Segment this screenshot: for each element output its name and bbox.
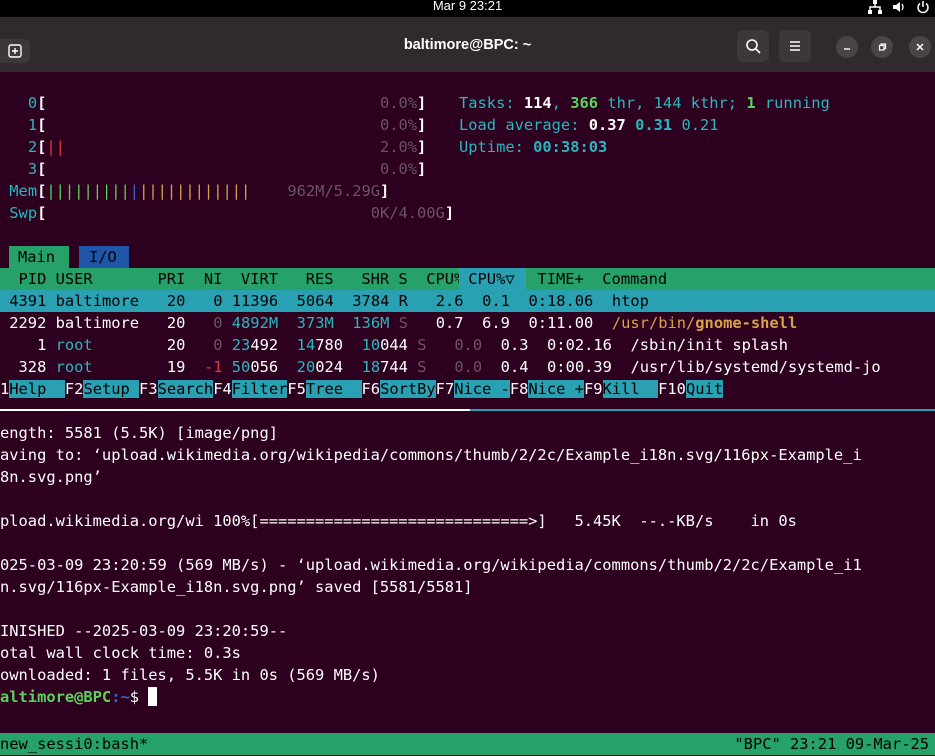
fkey-nice-minus[interactable]: F7Nice - bbox=[436, 380, 510, 398]
shell-output-line: 025-03-09 23:20:59 (569 MB/s) - ‘upload.… bbox=[0, 556, 862, 574]
table-row[interactable]: 328 root 19 -1 50056 20024 18744 S 0.0 0… bbox=[0, 356, 881, 378]
fkey-search[interactable]: F3Search bbox=[139, 380, 214, 398]
power-icon bbox=[917, 1, 929, 14]
search-icon bbox=[746, 39, 761, 54]
terminal-titlebar: baltimore@BPC: ~ bbox=[0, 17, 935, 72]
fkey-quit[interactable]: F10Quit bbox=[658, 380, 724, 398]
function-key-bar: 1Help F2Setup F3SearchF4FilterF5Tree F6S… bbox=[0, 378, 935, 400]
tab-main[interactable]: Main bbox=[9, 246, 69, 268]
process-row-text: 4391 baltimore 20 0 11396 5064 3784 R 2.… bbox=[0, 292, 649, 310]
cpu-column-header[interactable]: CPU%▽ bbox=[459, 268, 514, 290]
system-tray[interactable] bbox=[868, 0, 930, 14]
system-top-bar: Mar 9 23:21 bbox=[0, 0, 935, 17]
shell-output-line: INISHED --2025-03-09 23:20:59-- bbox=[0, 622, 288, 640]
fkey-nice-plus[interactable]: F8Nice + bbox=[510, 380, 584, 398]
shell-output-line: ength: 5581 (5.5K) [image/png] bbox=[0, 424, 278, 442]
text-cursor bbox=[148, 687, 158, 706]
shell-output-line: 8n.svg.png’ bbox=[0, 468, 102, 486]
tmux-status-bar: new_sessi0:bash* "BPC" 23:21 09-Mar-25 bbox=[0, 733, 935, 755]
column-header-text: PID USER PRI NI VIRT RES SHR S CPU%▽MEM%… bbox=[0, 270, 668, 288]
table-row[interactable]: 2292 baltimore 20 0 4892M 373M 136M S 0.… bbox=[0, 312, 797, 334]
load-average-stat: Load average: 0.37 0.31 0.21 bbox=[459, 116, 719, 134]
shell-output-line: aving to: ‘upload.wikimedia.org/wikipedi… bbox=[0, 446, 862, 464]
swap-meter: Swp[ 0K/4.00G] bbox=[9, 204, 455, 222]
shell-output-line: ownloaded: 1 files, 5.5K in 0s (569 MB/s… bbox=[0, 666, 380, 684]
fkey-filter[interactable]: F4Filter bbox=[213, 380, 288, 398]
fkey-tree[interactable]: F5Tree bbox=[287, 380, 362, 398]
shell-prompt[interactable]: altimore@BPC:~$ bbox=[0, 686, 158, 708]
shell-output-line: n.svg/116px-Example_i18n.svg.png’ saved … bbox=[0, 578, 473, 596]
shell-output-line: pload.wikimedia.org/wi 100%[============… bbox=[0, 512, 797, 530]
network-icon bbox=[868, 0, 882, 14]
close-button[interactable] bbox=[909, 36, 931, 58]
fkey-kill[interactable]: F9Kill bbox=[584, 380, 659, 398]
table-row[interactable]: 1 root 20 0 23492 14780 10044 S 0.0 0.3 … bbox=[0, 334, 788, 356]
search-button[interactable] bbox=[737, 30, 769, 62]
uptime-stat: Uptime: 00:38:03 bbox=[459, 138, 608, 156]
mem-meter: Mem[|||||||||||||||||||||| 962M/5.29G] bbox=[9, 182, 390, 200]
close-icon bbox=[916, 43, 924, 51]
minimize-icon bbox=[844, 48, 850, 50]
process-column-header[interactable]: PID USER PRI NI VIRT RES SHR S CPU%▽MEM%… bbox=[0, 268, 935, 290]
tmux-status-right: "BPC" 23:21 09-Mar-25 bbox=[734, 735, 929, 753]
cpu-meter: 1[ 0.0%] bbox=[27, 116, 427, 134]
hamburger-icon bbox=[790, 41, 800, 51]
cpu-meter: 2[|| 2.0%] bbox=[27, 138, 427, 156]
menu-button[interactable] bbox=[779, 30, 811, 62]
maximize-button[interactable] bbox=[871, 36, 893, 58]
fkey-sortby[interactable]: F6SortBy bbox=[362, 380, 436, 398]
fkey-setup[interactable]: F2Setup bbox=[65, 380, 140, 398]
fkey-help[interactable]: 1Help bbox=[0, 380, 65, 398]
cpu-meter: 3[ 0.0%] bbox=[27, 160, 427, 178]
tmux-session-window[interactable]: new_sessi0:bash* bbox=[0, 733, 148, 755]
restore-icon bbox=[878, 43, 887, 51]
minimize-button[interactable] bbox=[836, 36, 858, 58]
volume-icon bbox=[893, 2, 904, 12]
table-row[interactable]: 4391 baltimore 20 0 11396 5064 3784 R 2.… bbox=[0, 290, 935, 312]
cpu-meter: 0[ 0.0%] bbox=[27, 94, 427, 112]
tasks-stat: Tasks: 114, 366 thr, 144 kthr; 1 running bbox=[459, 94, 830, 112]
terminal-area[interactable]: 0[ 0.0%] 1[ 0.0%] 2[|| 2.0%] 3[ 0.0%] Me… bbox=[0, 72, 935, 756]
pane-divider-active bbox=[470, 409, 935, 411]
tab-io[interactable]: I/O bbox=[79, 246, 129, 268]
system-clock[interactable]: Mar 9 23:21 bbox=[0, 0, 935, 12]
shell-output-line: otal wall clock time: 0.3s bbox=[0, 644, 241, 662]
